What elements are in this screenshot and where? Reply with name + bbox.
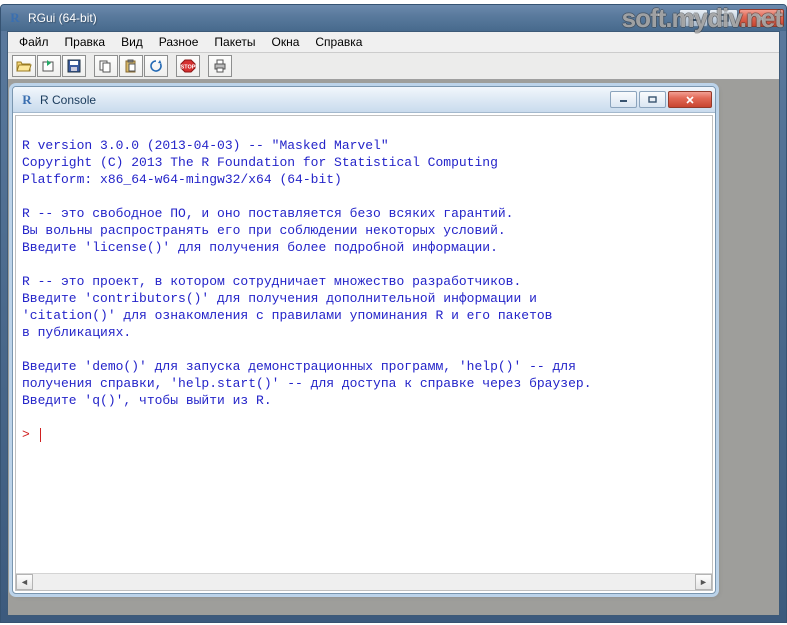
main-window: R RGui (64-bit) soft.mydiv.net Файл Прав… [0, 4, 787, 623]
save-icon[interactable] [62, 55, 86, 77]
menu-view[interactable]: Вид [114, 33, 150, 51]
menu-file[interactable]: Файл [12, 33, 56, 51]
scroll-right-icon[interactable]: ► [695, 574, 712, 590]
print-icon[interactable] [208, 55, 232, 77]
client-area: Файл Правка Вид Разное Пакеты Окна Справ… [7, 31, 780, 616]
main-titlebar[interactable]: R RGui (64-bit) [1, 5, 786, 31]
menu-edit[interactable]: Правка [58, 33, 113, 51]
menu-windows[interactable]: Окна [265, 33, 307, 51]
maximize-button[interactable] [709, 9, 738, 27]
copy-icon[interactable] [94, 55, 118, 77]
stop-icon[interactable]: STOP [176, 55, 200, 77]
main-title: RGui (64-bit) [28, 11, 97, 25]
console-body: R version 3.0.0 (2013-04-03) -- "Masked … [15, 115, 713, 591]
minimize-button[interactable] [679, 9, 708, 27]
scroll-track[interactable] [33, 574, 695, 590]
console-minimize-button[interactable] [610, 91, 637, 108]
console-prompt: > [22, 427, 38, 442]
menu-help[interactable]: Справка [308, 33, 369, 51]
scroll-left-icon[interactable]: ◄ [16, 574, 33, 590]
menu-packages[interactable]: Пакеты [207, 33, 262, 51]
toolbar: STOP [8, 52, 779, 80]
paste-icon[interactable] [119, 55, 143, 77]
open-icon[interactable] [12, 55, 36, 77]
svg-text:STOP: STOP [181, 65, 196, 71]
main-window-controls [678, 9, 784, 27]
console-window-controls [610, 91, 712, 108]
menubar: Файл Правка Вид Разное Пакеты Окна Справ… [8, 32, 779, 52]
text-caret [40, 428, 41, 442]
console-window: R R Console R ve [12, 86, 716, 594]
refresh-icon[interactable] [144, 55, 168, 77]
load-workspace-icon[interactable] [37, 55, 61, 77]
close-button[interactable] [739, 9, 784, 27]
horizontal-scrollbar[interactable]: ◄ ► [16, 573, 712, 590]
console-titlebar[interactable]: R R Console [13, 87, 715, 113]
app-icon: R [7, 10, 23, 26]
menu-misc[interactable]: Разное [152, 33, 206, 51]
mdi-area: R R Console R ve [8, 80, 779, 615]
console-output[interactable]: R version 3.0.0 (2013-04-03) -- "Masked … [16, 116, 712, 573]
console-close-button[interactable] [668, 91, 712, 108]
console-maximize-button[interactable] [639, 91, 666, 108]
console-icon: R [19, 92, 35, 108]
console-title: R Console [40, 93, 96, 107]
